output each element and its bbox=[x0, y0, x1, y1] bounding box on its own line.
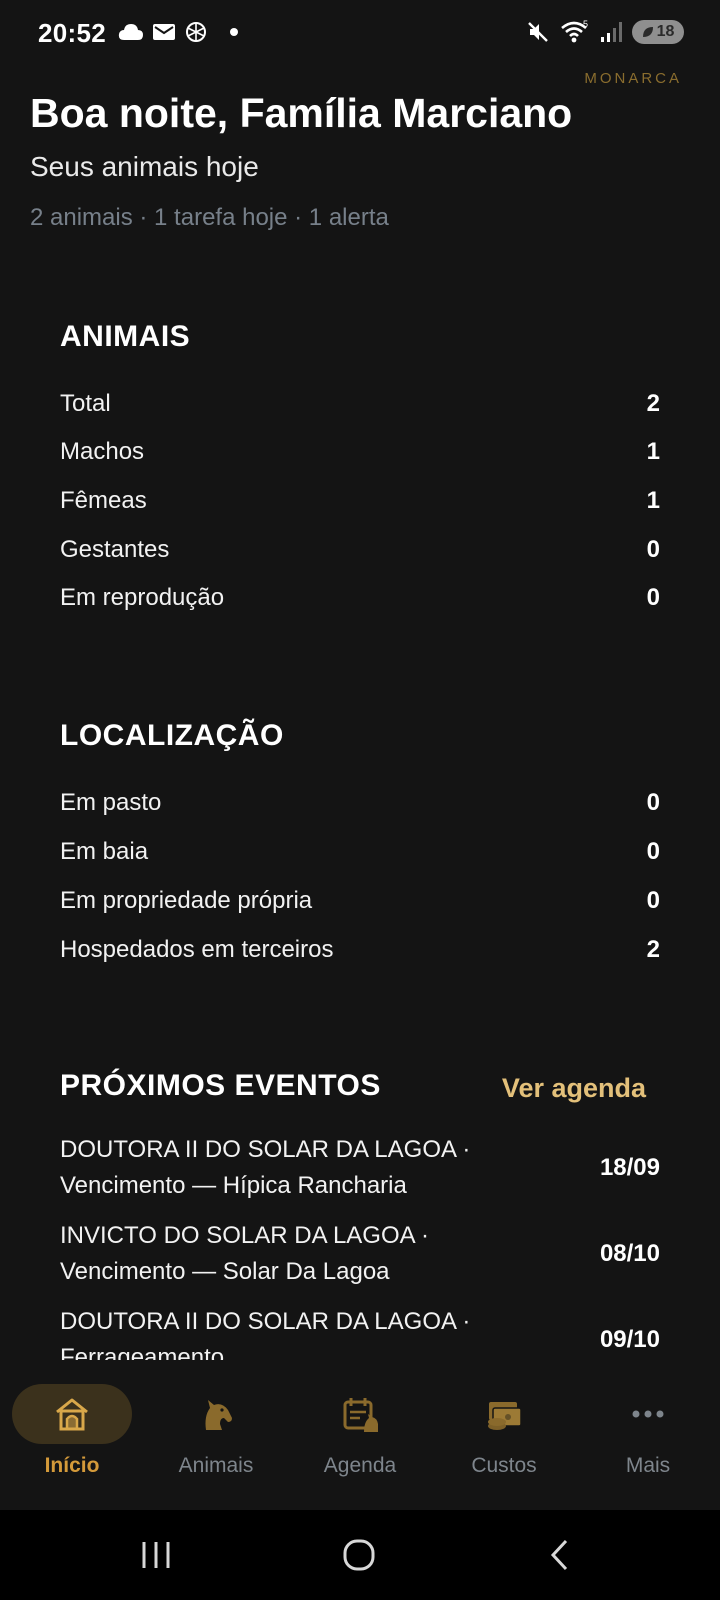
event-title: DOUTORA II DO SOLAR DA LAGOA · bbox=[60, 1308, 471, 1335]
nav-label: Início bbox=[44, 1454, 100, 1477]
back-button[interactable] bbox=[530, 1530, 590, 1580]
stat-value: 2 bbox=[646, 936, 660, 963]
location-row-baia: Em baia 0 bbox=[60, 832, 660, 872]
nav-label: Animais bbox=[178, 1454, 254, 1477]
money-icon bbox=[488, 1402, 522, 1430]
status-right-icons: 5 18 bbox=[526, 20, 684, 44]
stat-label: Em baia bbox=[60, 838, 149, 865]
nav-item-inicio[interactable]: Início bbox=[0, 1362, 144, 1492]
event-date: 18/09 bbox=[599, 1154, 660, 1181]
more-icon bbox=[632, 1410, 664, 1418]
stat-label: Em propriedade própria bbox=[60, 887, 313, 914]
notification-dot-icon bbox=[230, 28, 238, 36]
event-detail: Ferrageamento bbox=[60, 1344, 225, 1360]
stat-value: 2 bbox=[646, 390, 660, 417]
event-title: INVICTO DO SOLAR DA LAGOA · bbox=[60, 1222, 429, 1249]
stat-value: 0 bbox=[646, 838, 660, 865]
event-item[interactable]: DOUTORA II DO SOLAR DA LAGOA · Venciment… bbox=[60, 1132, 660, 1204]
nav-active-pill bbox=[12, 1384, 132, 1444]
nav-item-animais[interactable]: Animais bbox=[144, 1362, 288, 1492]
stat-value: 1 bbox=[646, 438, 660, 465]
calendar-icon bbox=[343, 1398, 378, 1432]
nav-item-custos[interactable]: Custos bbox=[432, 1362, 576, 1492]
home-icon bbox=[56, 1398, 88, 1431]
event-date: 09/10 bbox=[599, 1326, 660, 1353]
status-bar: 20:52 5 18 bbox=[0, 0, 720, 70]
stat-label: Gestantes bbox=[60, 536, 170, 563]
stat-label: Em reprodução bbox=[60, 584, 225, 611]
events-section-title: PRÓXIMOS EVENTOS bbox=[60, 1069, 381, 1102]
system-nav-bar bbox=[0, 1510, 720, 1600]
event-item[interactable]: INVICTO DO SOLAR DA LAGOA · Vencimento —… bbox=[60, 1218, 660, 1290]
animals-section-title: ANIMAIS bbox=[60, 320, 191, 353]
battery-icon: 18 bbox=[632, 20, 684, 44]
nav-pill bbox=[588, 1384, 708, 1444]
stat-label: Hospedados em terceiros bbox=[60, 936, 334, 963]
nav-label: Custos bbox=[471, 1454, 537, 1477]
event-date: 08/10 bbox=[599, 1240, 660, 1267]
status-time: 20:52 bbox=[38, 18, 106, 48]
bottom-nav: Início Animais Agenda Custos Mais bbox=[0, 1362, 720, 1510]
wifi-icon: 5 bbox=[561, 20, 588, 43]
stat-label: Fêmeas bbox=[60, 487, 147, 514]
openai-icon bbox=[186, 22, 206, 42]
event-description: DOUTORA II DO SOLAR DA LAGOA · Venciment… bbox=[60, 1132, 530, 1204]
nav-label: Agenda bbox=[323, 1454, 397, 1477]
status-left-icons bbox=[118, 20, 238, 44]
animals-row-femeas: Fêmeas 1 bbox=[60, 481, 660, 521]
page-subtitle: Seus animais hoje bbox=[30, 151, 259, 182]
stat-value: 1 bbox=[646, 487, 660, 514]
home-button[interactable] bbox=[329, 1530, 389, 1580]
home-circle-icon bbox=[343, 1539, 375, 1571]
location-row-pasto: Em pasto 0 bbox=[60, 783, 660, 823]
nav-item-agenda[interactable]: Agenda bbox=[288, 1362, 432, 1492]
animals-row-reproducao: Em reprodução 0 bbox=[60, 578, 660, 618]
stat-label: Total bbox=[60, 390, 111, 417]
nav-label: Mais bbox=[625, 1454, 671, 1477]
nav-pill bbox=[444, 1384, 564, 1444]
signal-icon bbox=[601, 22, 622, 42]
battery-level: 18 bbox=[656, 23, 675, 40]
location-row-propriedade: Em propriedade própria 0 bbox=[60, 881, 660, 921]
cloud-icon bbox=[118, 24, 143, 40]
animals-row-total: Total 2 bbox=[60, 384, 660, 424]
event-detail: Vencimento — Solar Da Lagoa bbox=[60, 1258, 390, 1285]
recent-apps-icon bbox=[142, 1542, 170, 1568]
mail-icon bbox=[153, 24, 175, 40]
event-description: INVICTO DO SOLAR DA LAGOA · Vencimento —… bbox=[60, 1218, 530, 1290]
stat-label: Em pasto bbox=[60, 789, 162, 816]
location-section-title: LOCALIZAÇÃO bbox=[60, 719, 284, 752]
stat-value: 0 bbox=[646, 887, 660, 914]
animals-row-machos: Machos 1 bbox=[60, 432, 660, 472]
event-description: DOUTORA II DO SOLAR DA LAGOA · Ferrageam… bbox=[60, 1304, 530, 1360]
event-item[interactable]: DOUTORA II DO SOLAR DA LAGOA · Ferrageam… bbox=[60, 1304, 660, 1360]
view-agenda-link[interactable]: Ver agenda bbox=[502, 1073, 646, 1104]
stat-value: 0 bbox=[646, 789, 660, 816]
nav-pill bbox=[300, 1384, 420, 1444]
stat-label: Machos bbox=[60, 438, 145, 465]
nav-pill bbox=[156, 1384, 276, 1444]
svg-text:5: 5 bbox=[583, 20, 588, 29]
event-title: DOUTORA II DO SOLAR DA LAGOA · bbox=[60, 1136, 471, 1163]
stat-value: 0 bbox=[646, 536, 660, 563]
back-icon bbox=[550, 1539, 568, 1571]
event-detail: Vencimento — Hípica Rancharia bbox=[60, 1172, 407, 1199]
horse-icon bbox=[205, 1400, 232, 1430]
mute-icon bbox=[528, 22, 548, 42]
nav-item-mais[interactable]: Mais bbox=[576, 1362, 720, 1492]
recent-apps-button[interactable] bbox=[126, 1530, 186, 1580]
brand-label: MONARCA bbox=[584, 70, 682, 87]
location-row-terceiros: Hospedados em terceiros 2 bbox=[60, 930, 660, 970]
page-title: Boa noite, Família Marciano bbox=[30, 90, 573, 136]
summary-text: 2 animais · 1 tarefa hoje · 1 alerta bbox=[30, 204, 389, 231]
events-list: DOUTORA II DO SOLAR DA LAGOA · Venciment… bbox=[0, 1120, 720, 1360]
leaf-icon bbox=[642, 27, 653, 37]
stat-value: 0 bbox=[646, 584, 660, 611]
animals-row-gestantes: Gestantes 0 bbox=[60, 530, 660, 570]
app-screen: 20:52 5 18 MONARCA Boa noite, Família Ma… bbox=[0, 0, 720, 1600]
